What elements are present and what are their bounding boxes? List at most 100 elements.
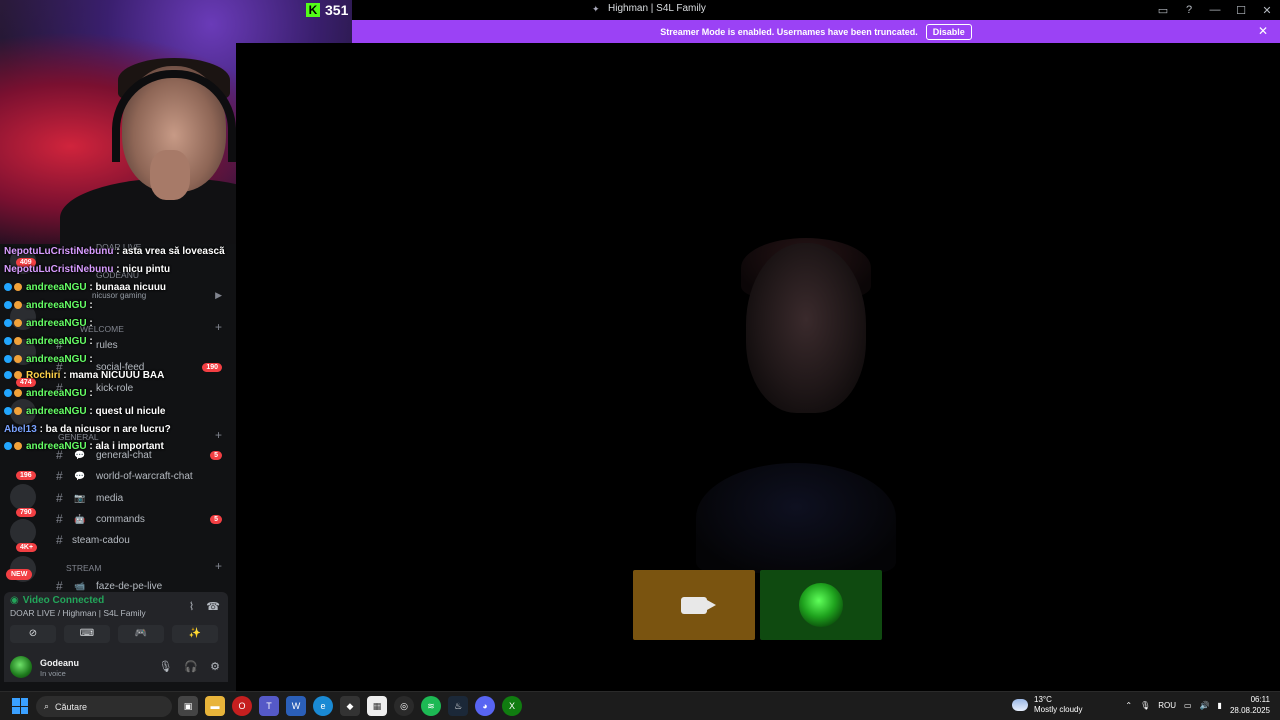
camera-off-button[interactable]: ⊘ <box>10 625 56 643</box>
xbox-icon[interactable]: X <box>502 696 522 716</box>
chat-message: andreeaNGU : <box>4 300 93 311</box>
voice-status: ◉ Video Connected <box>10 595 105 606</box>
close-button[interactable]: ✕ <box>1254 4 1280 17</box>
participant-video <box>746 243 866 413</box>
mic-tray-icon[interactable]: 🎙 <box>1140 701 1150 710</box>
server-icon[interactable] <box>10 484 36 510</box>
chat-message: andreeaNGU : <box>4 354 93 365</box>
channel-emoji-icon: 📹 <box>74 580 86 591</box>
chat-username: andreeaNGU <box>26 388 87 399</box>
video-icon: ▶ <box>215 289 222 300</box>
server-badge: 196 <box>16 471 36 480</box>
file-explorer-icon[interactable]: ▬ <box>205 696 225 716</box>
weather-widget[interactable]: 13°C Mostly cloudy <box>1012 695 1082 715</box>
channel-media[interactable]: # 📷 media <box>44 489 234 507</box>
channel-emoji-icon: 📷 <box>74 492 86 503</box>
steam-icon[interactable]: ♨ <box>448 696 468 716</box>
network-icon[interactable]: ▭ <box>1184 701 1192 710</box>
inbox-icon[interactable]: ▭ <box>1150 4 1176 17</box>
mention-badge: 5 <box>210 450 222 460</box>
edge-icon[interactable]: e <box>313 696 333 716</box>
battery-icon[interactable]: ▮ <box>1218 701 1222 710</box>
spotify-icon[interactable]: ≋ <box>421 696 441 716</box>
noise-suppression-icon[interactable]: ⌇ <box>189 600 194 613</box>
chat-text: : nicu pintu <box>116 264 171 275</box>
video-stage[interactable] <box>236 43 1280 691</box>
settings-gear-icon[interactable]: ⚙ <box>210 660 220 673</box>
chat-username: andreeaNGU <box>26 318 87 329</box>
chat-username: andreeaNGU <box>26 354 87 365</box>
help-icon[interactable]: ? <box>1176 4 1202 16</box>
obs-icon[interactable]: ◎ <box>394 696 414 716</box>
task-view-icon[interactable]: ▣ <box>178 696 198 716</box>
headphones-icon[interactable]: 🎧 <box>184 660 198 673</box>
volume-icon[interactable]: 🔊 <box>1200 701 1210 710</box>
title-bar: ✦ Highman | S4L Family ▭ ? — ☐ ✕ <box>352 0 1280 20</box>
chat-message: Rochiri : mama NICUUU BAA <box>4 370 164 381</box>
hash-icon: # <box>56 533 63 547</box>
chat-username: andreeaNGU <box>26 336 87 347</box>
badge-icon <box>14 407 22 416</box>
disable-button[interactable]: Disable <box>925 23 972 40</box>
channel-emoji-icon: 💬 <box>74 470 86 481</box>
chat-text: : ala i important <box>89 441 164 452</box>
language-indicator[interactable]: ROU <box>1158 701 1176 710</box>
add-channel-icon[interactable]: + <box>215 428 222 442</box>
store-icon[interactable]: ▦ <box>367 696 387 716</box>
chat-message: andreeaNGU : ala i important <box>4 441 164 452</box>
category-stream[interactable]: STREAM <box>66 563 101 573</box>
avatar[interactable] <box>10 656 32 678</box>
server-icon[interactable] <box>10 519 36 545</box>
badge-icon <box>14 337 22 346</box>
activity-button[interactable]: 🎮 <box>118 625 164 643</box>
channel-world-of-warcraft-chat[interactable]: # 💬 world-of-warcraft-chat <box>44 467 234 485</box>
banner-close-icon[interactable]: ✕ <box>1258 24 1268 38</box>
chat-text: : <box>89 388 93 399</box>
hash-icon: # <box>56 579 63 593</box>
chat-text: : asta vrea să loveascã <box>116 246 225 257</box>
chevron-up-icon[interactable]: ⌃ <box>1125 701 1132 710</box>
weather-desc: Mostly cloudy <box>1034 705 1083 714</box>
channel-emoji-icon: 🤖 <box>74 513 86 524</box>
badge-icon <box>14 319 22 328</box>
app-icon[interactable]: ◆ <box>340 696 360 716</box>
chat-message: andreeaNGU : quest ul nicule <box>4 406 165 417</box>
chat-message: Abel13 : ba da nicusor n are lucru? <box>4 424 171 435</box>
user-name: Godeanu <box>40 658 80 668</box>
opera-icon[interactable]: O <box>232 696 252 716</box>
word-icon[interactable]: W <box>286 696 306 716</box>
discord-icon[interactable]: ◕ <box>475 696 495 716</box>
windows-start-icon[interactable] <box>12 698 28 714</box>
user-tile[interactable] <box>760 570 882 640</box>
chat-message: andreeaNGU : <box>4 388 93 399</box>
voice-channel[interactable]: DOAR LIVE / Highman | S4L Family <box>10 608 146 618</box>
chat-text: : quest ul nicule <box>89 406 166 417</box>
weather-temp: 13°C <box>1034 695 1052 704</box>
soundboard-button[interactable]: ✨ <box>172 625 218 643</box>
channel-commands[interactable]: # 🤖 commands 5 <box>44 510 234 528</box>
camera-tile[interactable] <box>633 570 755 640</box>
taskbar-search[interactable]: ⌕ Căutare <box>36 696 172 717</box>
screen-share-button[interactable]: ⌨ <box>64 625 110 643</box>
disconnect-icon[interactable]: ☎ <box>206 600 220 613</box>
clock[interactable]: 06:11 28.08.2025 <box>1230 694 1270 716</box>
window-title: ✦ Highman | S4L Family <box>592 3 706 14</box>
chat-text: : <box>89 318 93 329</box>
badge-icon <box>14 301 22 310</box>
add-channel-icon[interactable]: + <box>215 320 222 334</box>
badge-icon <box>4 355 12 364</box>
maximize-button[interactable]: ☐ <box>1228 4 1254 17</box>
chat-text: : ba da nicusor n are lucru? <box>39 424 171 435</box>
channel-steam-cadou[interactable]: # steam-cadou <box>44 531 234 549</box>
badge-icon <box>14 389 22 398</box>
teams-icon[interactable]: T <box>259 696 279 716</box>
chat-username: andreeaNGU <box>26 441 87 452</box>
chat-message: NepotuLuCristiNebunu : asta vrea să love… <box>4 246 225 257</box>
add-channel-icon[interactable]: + <box>215 559 222 573</box>
search-icon: ⌕ <box>44 701 50 711</box>
signal-icon: ◉ <box>10 595 19 606</box>
badge-icon <box>14 442 22 451</box>
mic-icon[interactable]: 🎙 <box>158 660 172 673</box>
chat-text: : mama NICUUU BAA <box>63 370 165 381</box>
minimize-button[interactable]: — <box>1202 4 1228 16</box>
